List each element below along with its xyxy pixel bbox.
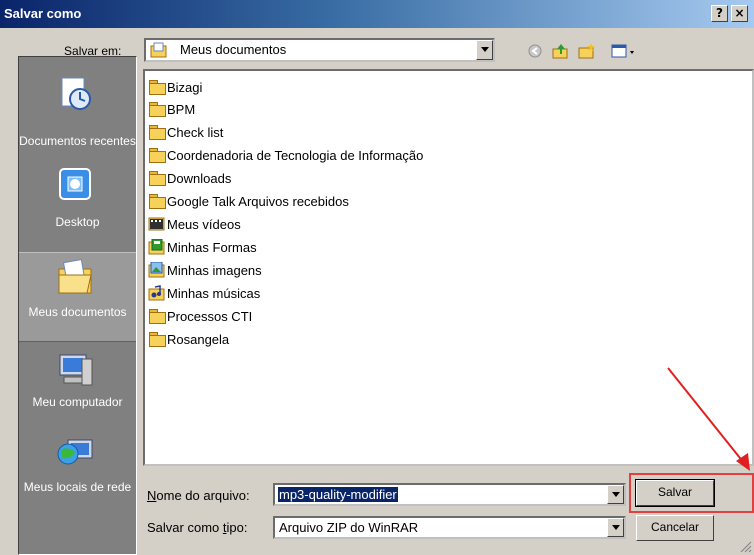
view-menu-icon[interactable] bbox=[611, 43, 637, 59]
list-item[interactable]: Coordenadoria de Tecnologia de Informaçã… bbox=[148, 144, 423, 166]
up-folder-icon[interactable] bbox=[552, 43, 570, 59]
file-name: Minhas músicas bbox=[167, 285, 261, 301]
video-folder-icon bbox=[148, 216, 166, 232]
recent-documents-icon bbox=[56, 75, 96, 115]
place-desktop[interactable]: Desktop bbox=[19, 161, 136, 241]
place-my-computer[interactable]: Meu computador bbox=[19, 347, 136, 427]
help-button[interactable]: ? bbox=[711, 5, 728, 22]
save-in-value: Meus documentos bbox=[180, 42, 287, 57]
file-name: Rosangela bbox=[167, 331, 230, 347]
file-name: Downloads bbox=[167, 170, 232, 186]
folder-icon bbox=[148, 101, 166, 117]
filename-field[interactable]: mp3-quality-modifier bbox=[273, 483, 626, 506]
my-computer-icon bbox=[56, 351, 96, 391]
file-name: Processos CTI bbox=[167, 308, 253, 324]
title-bar: Salvar como ? × bbox=[0, 0, 754, 28]
window-title: Salvar como bbox=[4, 6, 82, 21]
folder-icon bbox=[148, 193, 166, 209]
place-recent-documents[interactable]: Documentos recentes bbox=[19, 67, 136, 157]
file-name: Coordenadoria de Tecnologia de Informaçã… bbox=[167, 147, 424, 163]
save-button[interactable]: Salvar bbox=[635, 479, 715, 507]
network-places-icon bbox=[56, 432, 96, 472]
folder-icon bbox=[148, 308, 166, 324]
save-in-combo[interactable]: Meus documentos bbox=[144, 38, 495, 62]
place-label: Meu computador bbox=[32, 395, 123, 409]
place-label: Meus locais de rede bbox=[23, 480, 132, 494]
file-name: Google Talk Arquivos recebidos bbox=[167, 193, 349, 209]
list-item[interactable]: Minhas músicas bbox=[148, 282, 260, 304]
folder-icon bbox=[148, 124, 166, 140]
cancel-button[interactable]: Cancelar bbox=[636, 515, 714, 541]
save-button-label: Salvar bbox=[657, 485, 692, 499]
forms-folder-icon bbox=[148, 238, 166, 255]
my-documents-icon bbox=[56, 257, 96, 297]
list-item[interactable]: Meus vídeos bbox=[148, 213, 241, 235]
filename-label: Nome do arquivo: bbox=[147, 488, 250, 503]
list-item[interactable]: Check list bbox=[148, 121, 223, 143]
list-item[interactable]: Minhas Formas bbox=[148, 236, 257, 258]
list-item[interactable]: BPM bbox=[148, 98, 195, 120]
place-my-documents[interactable]: Meus documentos bbox=[19, 252, 136, 342]
filename-value: mp3-quality-modifier bbox=[278, 487, 398, 502]
file-name: Check list bbox=[167, 124, 224, 140]
chevron-down-icon[interactable] bbox=[476, 40, 493, 60]
file-name: Minhas Formas bbox=[167, 239, 257, 255]
my-documents-small-icon bbox=[150, 42, 168, 58]
list-item[interactable]: Rosangela bbox=[148, 328, 229, 350]
music-folder-icon bbox=[148, 285, 166, 301]
list-item[interactable]: Minhas imagens bbox=[148, 259, 262, 281]
file-name: Meus vídeos bbox=[167, 216, 241, 232]
pictures-folder-icon bbox=[148, 261, 166, 278]
list-item[interactable]: Bizagi bbox=[148, 76, 202, 98]
filetype-label: Salvar como tipo: bbox=[147, 520, 248, 535]
file-name: Minhas imagens bbox=[167, 262, 262, 278]
list-item[interactable]: Downloads bbox=[148, 167, 231, 189]
file-name: BPM bbox=[167, 101, 196, 117]
filetype-select[interactable]: Arquivo ZIP do WinRAR bbox=[273, 516, 626, 539]
chevron-down-icon[interactable] bbox=[607, 485, 624, 504]
folder-icon bbox=[148, 147, 166, 163]
place-label: Documentos recentes bbox=[19, 134, 136, 148]
resize-grip-icon[interactable] bbox=[738, 539, 752, 553]
place-network[interactable]: Meus locais de rede bbox=[19, 430, 136, 520]
filetype-value: Arquivo ZIP do WinRAR bbox=[279, 520, 419, 535]
folder-icon bbox=[148, 331, 166, 347]
desktop-icon bbox=[56, 165, 96, 205]
back-icon[interactable] bbox=[527, 43, 545, 59]
chevron-down-icon[interactable] bbox=[607, 518, 624, 537]
new-folder-icon[interactable] bbox=[578, 43, 596, 59]
places-bar: Documentos recentes Desktop Meus documen… bbox=[18, 56, 137, 555]
list-item[interactable]: Google Talk Arquivos recebidos bbox=[148, 190, 349, 212]
folder-icon bbox=[148, 170, 166, 186]
file-name: Bizagi bbox=[167, 79, 203, 95]
folder-icon bbox=[148, 79, 166, 95]
close-button[interactable]: × bbox=[731, 5, 748, 22]
place-label: Desktop bbox=[55, 215, 100, 229]
place-label: Meus documentos bbox=[28, 305, 127, 319]
list-item[interactable]: Processos CTI bbox=[148, 305, 252, 327]
annotation-arrow bbox=[667, 367, 750, 471]
